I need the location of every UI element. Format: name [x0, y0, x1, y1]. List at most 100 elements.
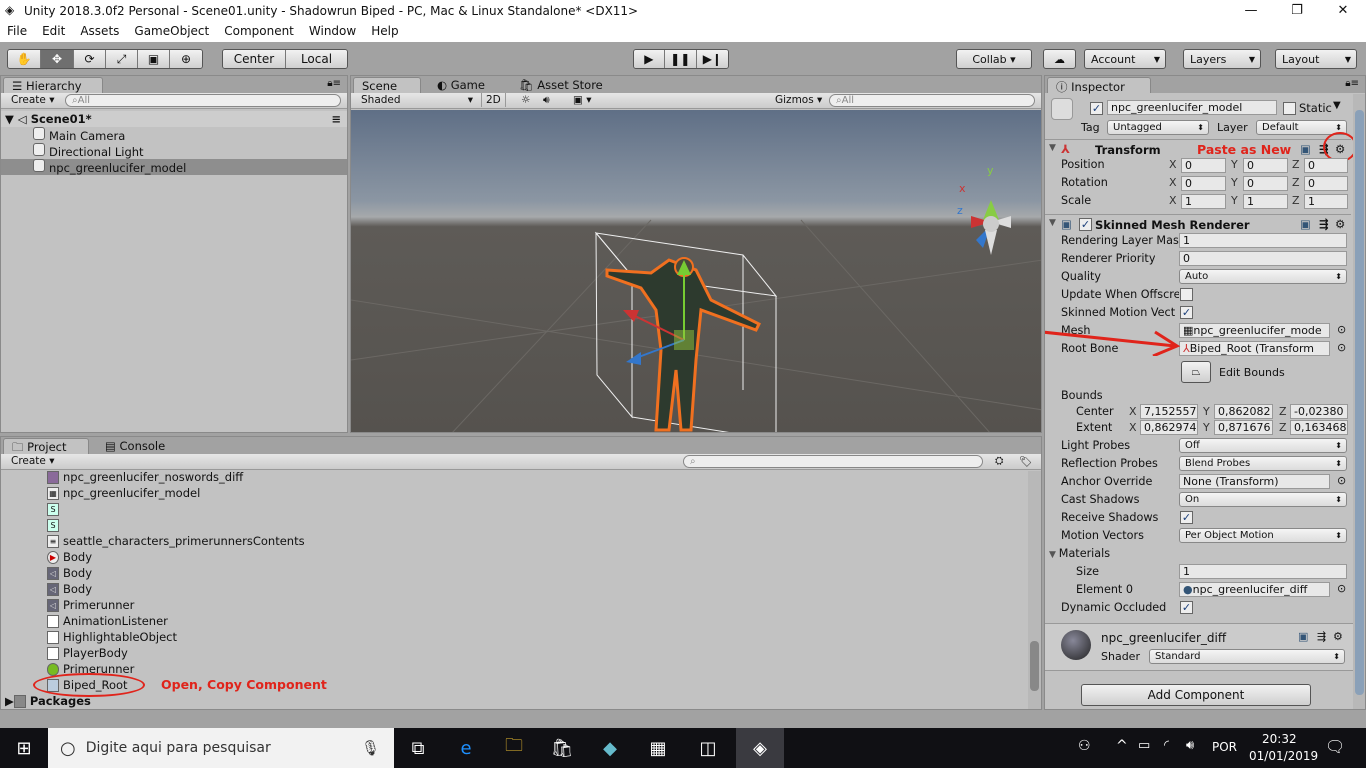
close-button[interactable]: ✕ [1320, 0, 1366, 22]
center-y[interactable]: 0,862082 [1214, 404, 1273, 419]
rotation-y[interactable]: 0 [1243, 176, 1288, 191]
project-item[interactable]: npc_greenlucifer_noswords_diff [47, 469, 243, 485]
quality-dropdown[interactable]: Auto [1179, 269, 1347, 284]
scene-row[interactable]: ▼ ◁ Scene01* ≡ [1, 111, 347, 127]
extent-z[interactable]: 0,163468 [1290, 420, 1348, 435]
project-item[interactable]: ≡ seattle_characters_primerunnersContents [47, 533, 305, 549]
project-item[interactable]: ◁ Body [47, 581, 92, 597]
project-item[interactable]: ▦ npc_greenlucifer_model [47, 485, 200, 501]
help-icon[interactable]: ▣ [1300, 142, 1311, 156]
clock-time[interactable]: 20:32 [1262, 732, 1297, 746]
people-icon[interactable]: ⚇ [1078, 738, 1091, 754]
active-checkbox[interactable]: ✓ [1090, 102, 1103, 115]
calculator-icon[interactable]: ▦ [634, 728, 682, 768]
add-component-button[interactable]: Add Component [1081, 684, 1311, 706]
object-name-field[interactable]: npc_greenlucifer_model [1107, 100, 1277, 115]
windows-start-icon[interactable]: ⊞ [0, 728, 48, 768]
rotate-tool-icon[interactable]: ⟳ [74, 50, 106, 68]
project-item[interactable]: S [47, 517, 63, 533]
object-picker-icon[interactable]: ⊙ [1337, 341, 1346, 354]
menu-assets[interactable]: Assets [73, 22, 127, 42]
hierarchy-item-selected[interactable]: npc_greenlucifer_model [1, 159, 347, 175]
lighting-icon[interactable]: ☼ [517, 93, 534, 107]
language-indicator[interactable]: POR [1212, 740, 1237, 754]
center-z[interactable]: -0,02380 [1290, 404, 1348, 419]
dynamic-occluded-checkbox[interactable]: ✓ [1180, 601, 1193, 614]
local-button[interactable]: Local [285, 50, 347, 68]
tab-game[interactable]: ◐ Game [429, 77, 493, 93]
static-checkbox[interactable] [1283, 102, 1296, 115]
renderer-priority-field[interactable]: 0 [1179, 251, 1347, 266]
gizmos-dropdown[interactable]: Gizmos ▾ [771, 93, 826, 107]
project-item[interactable]: ◁ Primerunner [47, 597, 134, 613]
tab-asset-store[interactable]: 🛍︎ Asset Store [511, 77, 611, 93]
tab-inspector[interactable]: ⓘ Inspector [1047, 77, 1151, 94]
2d-toggle[interactable]: 2D [481, 93, 506, 107]
filter-label-icon[interactable]: 🏷︎ [1015, 454, 1036, 469]
media-app-icon[interactable]: ◫ [684, 728, 732, 768]
effects-icon[interactable]: ▣ ▾ [569, 93, 596, 107]
lock-icon[interactable]: 🔒︎≡ [1345, 78, 1359, 89]
battery-icon[interactable]: ▭ [1138, 738, 1150, 753]
menu-component[interactable]: Component [217, 22, 302, 42]
center-x[interactable]: 7,152557 [1140, 404, 1198, 419]
preset-icon[interactable]: ⇶ [1317, 630, 1326, 643]
transform-header[interactable]: ▼ ⅄ Transform Paste as New ▣ ⇶ ⚙ [1045, 139, 1351, 158]
reflection-probes-dropdown[interactable]: Blend Probes [1179, 456, 1347, 471]
update-offscreen-checkbox[interactable] [1180, 288, 1193, 301]
hierarchy-item[interactable]: Main Camera [1, 127, 347, 143]
edge-icon[interactable]: e [442, 728, 490, 768]
scene-viewport[interactable]: y x z [351, 110, 1041, 432]
notifications-icon[interactable]: 🗨︎ [1325, 737, 1345, 756]
collab-button[interactable]: Collab ▾ [956, 49, 1032, 69]
scale-x[interactable]: 1 [1181, 194, 1226, 209]
project-item[interactable]: ▶ Body [47, 549, 92, 565]
rendering-layer-field[interactable]: 1 [1179, 233, 1347, 248]
menu-edit[interactable]: Edit [35, 22, 73, 42]
scale-tool-icon[interactable]: ⤢ [106, 50, 138, 68]
wifi-icon[interactable]: ◜ [1164, 738, 1169, 753]
materials-size-field[interactable]: 1 [1179, 564, 1347, 579]
menu-file[interactable]: File [0, 22, 35, 42]
menu-window[interactable]: Window [302, 22, 364, 42]
project-item[interactable]: PlayerBody [47, 645, 128, 661]
project-item[interactable]: S [47, 501, 63, 517]
position-x[interactable]: 0 [1181, 158, 1226, 173]
cast-shadows-dropdown[interactable]: On [1179, 492, 1347, 507]
rect-tool-icon[interactable]: ▣ [138, 50, 170, 68]
create-dropdown[interactable]: Create ▾ [7, 93, 59, 107]
tab-project[interactable]: 🗀 Project [3, 438, 89, 454]
extent-x[interactable]: 0,862974 [1140, 420, 1198, 435]
hierarchy-item[interactable]: Directional Light [1, 143, 347, 159]
inspector-scrollbar[interactable] [1353, 94, 1365, 709]
shading-dropdown[interactable]: Shaded ▾ [357, 93, 475, 107]
receive-shadows-checkbox[interactable]: ✓ [1180, 511, 1193, 524]
rotation-z[interactable]: 0 [1304, 176, 1348, 191]
tab-hierarchy[interactable]: ☰ Hierarchy [3, 77, 103, 93]
restore-button[interactable]: ❐ [1274, 0, 1320, 22]
task-view-icon[interactable]: ⧉ [394, 728, 442, 768]
project-search[interactable]: ⌕ [683, 455, 983, 468]
object-picker-icon[interactable]: ⊙ [1337, 323, 1346, 336]
gear-icon[interactable]: ⚙ [1333, 630, 1343, 643]
unity-taskbar-icon[interactable]: ◈ [736, 728, 784, 768]
hand-tool-icon[interactable]: ✋ [8, 50, 41, 68]
filter-type-icon[interactable]: ⛭ [991, 454, 1007, 469]
cloud-icon[interactable]: ☁ [1043, 49, 1076, 69]
help-icon[interactable]: ▣ [1298, 630, 1308, 643]
center-button[interactable]: Center [223, 50, 286, 68]
rotation-x[interactable]: 0 [1181, 176, 1226, 191]
file-explorer-icon[interactable]: 🗀 [490, 728, 538, 768]
gear-icon[interactable]: ⚙ [1335, 217, 1345, 231]
clock-date[interactable]: 01/01/2019 [1249, 749, 1318, 763]
project-scrollbar[interactable] [1028, 471, 1041, 709]
project-item[interactable]: HighlightableObject [47, 629, 177, 645]
create-dropdown[interactable]: Create ▾ [7, 454, 59, 468]
tag-dropdown[interactable]: Untagged [1107, 120, 1209, 135]
tab-scene[interactable]: Scene [353, 77, 421, 93]
menu-gameobject[interactable]: GameObject [127, 22, 217, 42]
smr-enabled-checkbox[interactable]: ✓ [1079, 218, 1092, 231]
extent-y[interactable]: 0,871676 [1214, 420, 1273, 435]
preset-icon[interactable]: ⇶ [1319, 217, 1329, 231]
transform-tool-icon[interactable]: ⊕ [170, 50, 202, 68]
